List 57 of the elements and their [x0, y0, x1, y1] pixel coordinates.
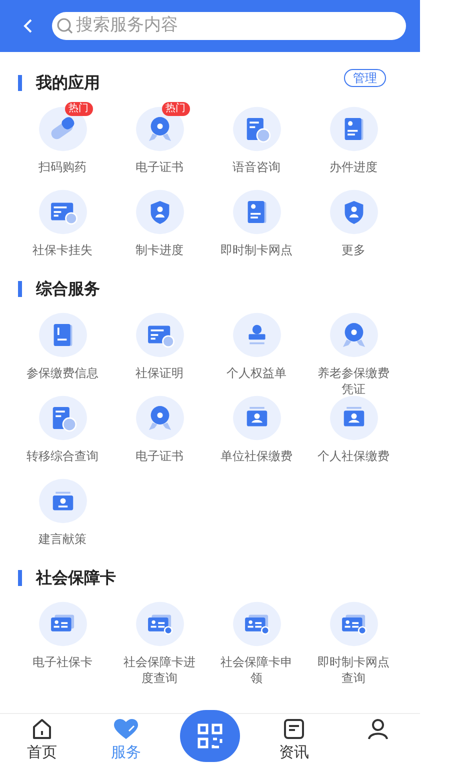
- shield-icon: [344, 200, 363, 224]
- home-icon: [31, 718, 53, 740]
- wallet-icon: [246, 406, 267, 426]
- service-item[interactable]: 电子证书: [111, 395, 208, 478]
- shield-icon: [150, 200, 169, 224]
- hot-badge: 热门: [64, 102, 92, 116]
- service-item[interactable]: 个人权益单: [208, 312, 305, 395]
- stamp-icon: [248, 324, 265, 344]
- heart-icon: [113, 718, 139, 740]
- service-item[interactable]: 养老参保缴费凭证: [305, 312, 402, 395]
- service-item[interactable]: 参保缴费信息: [14, 312, 111, 395]
- form-icon: [50, 202, 77, 225]
- section-marker: [18, 75, 22, 91]
- service-item[interactable]: 语音咨询: [208, 106, 305, 189]
- service-item[interactable]: 社会保障卡进度查询: [111, 601, 208, 684]
- service-item[interactable]: 即时制卡网点查询: [305, 601, 402, 684]
- search-icon: [56, 17, 74, 35]
- medal-icon: [342, 323, 365, 347]
- id-card-gear-icon: [148, 614, 172, 635]
- service-item[interactable]: 电子社保卡: [14, 601, 111, 684]
- report-icon: [246, 118, 270, 143]
- service-item[interactable]: 社保卡挂失: [14, 189, 111, 272]
- service-item[interactable]: 建言献策: [14, 478, 111, 561]
- section-title: 我的应用: [36, 72, 101, 94]
- service-item[interactable]: 社会保障卡申领: [208, 601, 305, 684]
- form-icon: [148, 326, 174, 348]
- id-card-gear-icon: [244, 614, 270, 635]
- service-item[interactable]: 单位社保缴费: [208, 395, 305, 478]
- medal-icon: [148, 406, 171, 430]
- pill-icon: [48, 115, 76, 142]
- id-card-icon: [50, 614, 74, 632]
- qr-code-icon: [197, 722, 223, 748]
- service-item[interactable]: 办件进度: [305, 106, 402, 189]
- section-title: 综合服务: [36, 278, 101, 300]
- section-title: 社会保障卡: [36, 567, 117, 589]
- service-item[interactable]: 即时制卡网点: [208, 189, 305, 272]
- service-item[interactable]: 更多: [305, 189, 402, 272]
- folder-icon: [52, 492, 73, 510]
- section-marker: [18, 570, 22, 586]
- id-card-gear-icon: [342, 614, 366, 635]
- section-marker: [18, 281, 22, 297]
- hot-badge: 热门: [162, 102, 190, 116]
- news-icon: [283, 718, 305, 740]
- medal-icon: [148, 117, 171, 141]
- person-icon: [367, 718, 389, 740]
- service-item[interactable]: 制卡进度: [111, 189, 208, 272]
- tab-item[interactable]: 首页: [0, 714, 84, 769]
- scan-button[interactable]: [180, 710, 240, 762]
- service-item[interactable]: 社保证明: [111, 312, 208, 395]
- service-item[interactable]: 转移综合查询: [14, 395, 111, 478]
- manage-button[interactable]: 管理: [344, 69, 386, 87]
- service-item[interactable]: 个人社保缴费: [305, 395, 402, 478]
- back-icon[interactable]: [22, 18, 34, 34]
- report-icon: [52, 406, 76, 432]
- tab-item[interactable]: 资讯: [252, 714, 336, 769]
- tab-item[interactable]: 服务: [84, 714, 168, 769]
- wallet-icon: [343, 406, 364, 426]
